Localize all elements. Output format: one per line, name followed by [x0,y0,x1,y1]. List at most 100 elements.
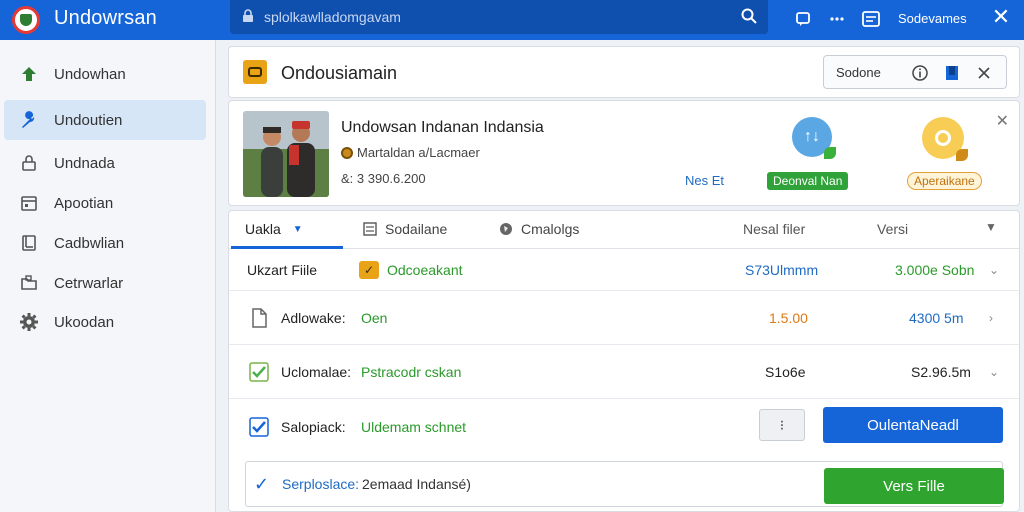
bookmark-icon[interactable] [942,63,962,83]
chevron-down-icon[interactable]: ⌄ [989,365,999,379]
file-list: Uakla ▼ Sodailane Cmalolgs Nesal filer V… [228,210,1020,512]
sidebar-item-label: Undowhan [54,65,126,83]
search-icon[interactable] [740,7,758,25]
list-icon [363,222,377,236]
version-file-button[interactable]: Vers Fille [824,468,1004,504]
row-version: 3.000e Sobn [895,262,975,278]
chevron-down-icon[interactable]: ▼ [985,220,997,234]
lock-icon [243,9,253,22]
table-row[interactable]: Uclomalae: Pstracodr cskan S1o6e S2.96.5… [229,345,1019,399]
checkbox-checked[interactable] [249,362,269,382]
tab-label: Sodailane [385,221,448,237]
close-icon[interactable]: ✕ [990,4,1012,30]
sidebar-item-cetrwarlar[interactable]: Cetrwarlar [0,263,216,303]
sidebar-item-label: Undoutien [54,111,123,129]
tag-badge[interactable]: Aperaikane [907,172,982,190]
app-badge-icon [243,60,267,84]
sidebar-item-ukoodan[interactable]: Ukoodan [0,302,216,342]
folder-share-icon [18,272,40,294]
sidebar-item-undnada[interactable]: Undnada [0,143,216,183]
wrench-icon [18,109,40,131]
row-value: Pstracodr cskan [361,364,462,380]
app-title: Undowrsan [54,7,157,29]
header-controls: Sodone [823,55,1007,89]
tab-label: Cmalolgs [521,221,580,237]
check-badge-icon: ✓ [359,261,379,279]
address-text[interactable]: splolkawlladomgavam [264,9,401,25]
chevron-down-icon[interactable]: ⌄ [989,263,999,277]
item-size: &: 3 390.6.200 [341,171,426,186]
sidebar-item-undowhan[interactable]: Undowhan [0,54,216,94]
chevron-right-icon[interactable]: › [989,311,993,325]
row-size: S73Ulmmm [745,262,819,278]
row-label: Uclomalae: [281,364,352,380]
main-panel: Ondousiamain Sodone Undowsan Indanan Ind… [228,46,1020,512]
select-dropdown[interactable]: Sodone [836,65,881,80]
tab-cmalolgs[interactable]: Cmalolgs [499,221,579,237]
page-title: Ondousiamain [281,63,398,83]
tab-label: Uakla [245,221,281,237]
sidebar-item-label: Undnada [54,154,115,172]
search-badge-icon[interactable] [922,117,968,161]
table-row[interactable]: Salopiack: Uldemam schnet ⁝ OulentaNeadl [229,399,1019,455]
item-subtitle: Martaldan a/Lacmaer [341,145,480,160]
row-size: S1o6e [765,364,806,380]
status-badge[interactable]: Deonval Nan [767,172,849,190]
close-icon[interactable]: ✕ [996,111,1009,131]
column-header-version[interactable]: Versi [877,221,908,237]
row-version: S2.96.5m [911,364,971,380]
sidebar-item-cadbwlian[interactable]: Cadbwlian [0,223,216,263]
calendar-icon [18,192,40,214]
globe-icon [500,223,512,235]
info-icon[interactable] [910,63,930,83]
sidebar-item-label: Apootian [54,194,114,212]
lock-icon [18,152,40,174]
sync-badge-icon[interactable]: ↑↓ [792,117,836,159]
more-options-button[interactable]: ⁝ [759,409,805,441]
sidebar-item-label: Cadbwlian [54,234,125,252]
row-value: Oen [361,310,388,326]
row-value: Odcoeakant [387,262,463,278]
list-item[interactable]: ✓ Serploslace: 2emaad Indansé) Vers Fill… [245,461,1004,507]
coin-icon [341,147,353,159]
gear-icon [18,311,40,333]
address-bar[interactable]: splolkawlladomgavam [230,0,768,34]
column-header-file[interactable]: Nesal filer [743,221,805,237]
tab-sodailane[interactable]: Sodailane [363,221,447,237]
file-icon [252,308,267,328]
details-link[interactable]: Nes Et [685,173,724,188]
thumbnail-image [243,111,329,197]
row-label[interactable]: Ukzart Fiile [247,262,317,278]
row-label: Serploslace: [282,476,360,492]
item-title: Undowsan Indanan Indansia [341,119,544,136]
top-bar: Undowrsan splolkawlladomgavam Sodevames … [0,0,1024,40]
sidebar-item-label: Cetrwarlar [54,274,124,292]
app-logo[interactable] [12,6,40,34]
dashboard-icon[interactable] [860,8,882,30]
toolbar-label[interactable]: Sodevames [898,11,967,26]
table-row[interactable]: Adlowake: Oen 1.5.00 4300 5m › [229,291,1019,345]
checkbox-checked[interactable] [249,417,269,437]
tree-icon [18,63,40,85]
sidebar-item-undoutien[interactable]: Undoutien [4,100,206,140]
table-row[interactable]: Ukzart Fiile ✓ Odcoeakant S73Ulmmm 3.000… [229,249,1019,291]
check-icon: ✓ [254,474,270,494]
row-size: 1.5.00 [769,310,808,326]
item-subtitle-text: Martaldan a/Lacmaer [357,145,480,160]
row-version: 4300 5m [909,310,964,326]
tab-bar: Uakla ▼ Sodailane Cmalolgs Nesal filer V… [229,211,1019,249]
row-label: Adlowake: [281,310,346,326]
sidebar-item-apootian[interactable]: Apootian [0,183,216,223]
more-icon[interactable] [826,8,848,30]
document-icon [18,232,40,254]
close-icon[interactable] [974,63,994,83]
row-label: Salopiack: [281,419,346,435]
tab-uakla[interactable]: Uakla ▼ [245,221,303,237]
details-card: Undowsan Indanan Indansia Martaldan a/La… [228,100,1020,206]
chevron-down-icon: ▼ [292,223,303,235]
page-header: Ondousiamain Sodone [228,46,1020,98]
chat-icon[interactable] [792,8,814,30]
sidebar: Undowhan Undoutien Undnada Apootian Cadb… [0,40,216,512]
primary-action-button[interactable]: OulentaNeadl [823,407,1003,443]
sidebar-item-label: Ukoodan [54,313,115,331]
